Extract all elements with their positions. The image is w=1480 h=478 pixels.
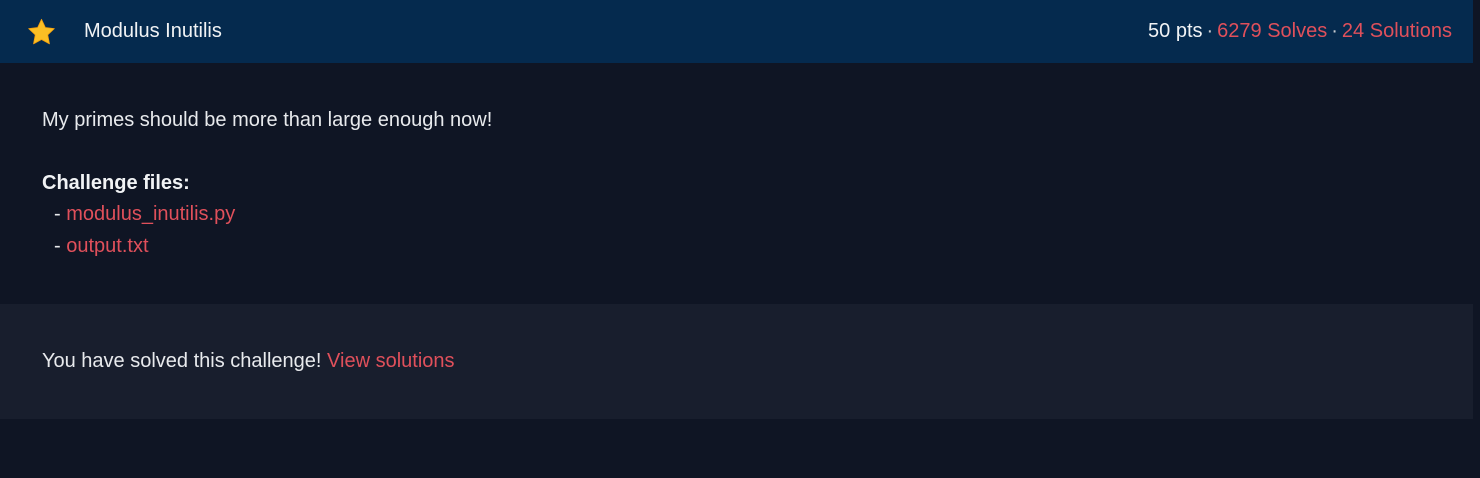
file-link-output-txt[interactable]: output.txt bbox=[66, 235, 148, 257]
separator-dot: · bbox=[1206, 20, 1214, 42]
challenge-title: Modulus Inutilis bbox=[84, 20, 222, 42]
files-heading: Challenge files: bbox=[42, 172, 190, 194]
challenge-header[interactable]: Modulus Inutilis 50 pts · 6279 Solves · 24 S… bbox=[0, 0, 1473, 63]
file-item: - modulus_inutilis.py bbox=[54, 202, 235, 226]
solutions-link[interactable]: 24 Solutions bbox=[1342, 20, 1452, 42]
view-solutions-link[interactable]: View solutions bbox=[327, 350, 454, 372]
file-bullet: - bbox=[54, 235, 67, 257]
file-link-modulus-inutilis-py[interactable]: modulus_inutilis.py bbox=[66, 203, 235, 225]
points-label: 50 pts bbox=[1148, 20, 1203, 42]
challenge-description: My primes should be more than large enou… bbox=[42, 109, 493, 131]
solved-message: You have solved this challenge! bbox=[42, 350, 322, 372]
separator-dot: · bbox=[1331, 20, 1338, 42]
solves-link[interactable]: 6279 Solves bbox=[1217, 20, 1327, 42]
challenge-meta: 50 pts · 6279 Solves · 24 Solutions bbox=[1148, 19, 1452, 43]
solved-banner: You have solved this challenge! View sol… bbox=[0, 304, 1473, 419]
solved-text: You have solved this challenge! View sol… bbox=[42, 349, 455, 373]
description-section: My primes should be more than large enou… bbox=[0, 63, 1473, 304]
star-icon[interactable] bbox=[26, 17, 57, 47]
scrollbar[interactable] bbox=[1473, 0, 1480, 478]
file-item: - output.txt bbox=[54, 234, 149, 258]
challenge-page: Modulus Inutilis 50 pts · 6279 Solves · 24 S… bbox=[0, 0, 1480, 478]
file-bullet: - bbox=[54, 203, 67, 225]
